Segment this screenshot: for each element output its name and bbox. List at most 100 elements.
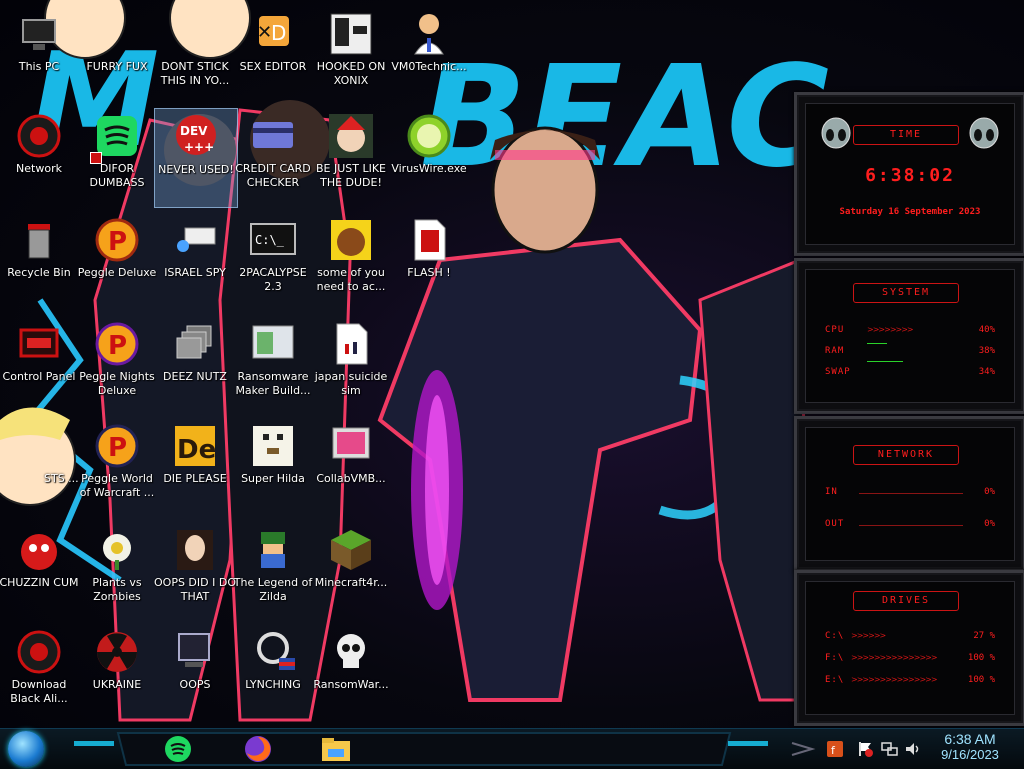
desktop-icon-dont-stick[interactable]: DONT STICK THIS IN YO... [154, 6, 236, 104]
swap-value: 34% [978, 367, 995, 377]
net-in-label: IN [825, 487, 838, 497]
desktop-icon-label: BE JUST LIKE THE DUDE! [315, 162, 387, 189]
computer-icon [22, 19, 56, 50]
desktop-icon-super-hilda[interactable]: Super Hilda [232, 418, 314, 516]
drive-c-value: 27 % [973, 631, 995, 641]
desktop-icon-flash[interactable]: FLASH ! [388, 212, 470, 310]
desktop-icon-peggle-wow[interactable]: P Peggle World of Warcraft ... [76, 418, 158, 516]
taskbar-clock[interactable]: 6:38 AM 9/16/2023 [928, 729, 1012, 769]
taskbar: f 6:38 AM 9/16/2023 [0, 728, 1024, 769]
desktop-icon-deez-nutz[interactable]: DEEZ NUTZ [154, 316, 236, 414]
ram-value: 38% [978, 346, 995, 356]
desktop-icon-legend-of-zilda[interactable]: The Legend of Zilda [232, 522, 314, 620]
desktop-icon-lynching[interactable]: LYNCHING [232, 624, 314, 722]
drives-panel: DRIVES C:\ >>>>>> 27 % F:\ >>>>>>>>>>>>>… [794, 570, 1024, 726]
system-panel: SYSTEM CPU >>>>>>>> 40% RAM 38% SWAP 34% [794, 258, 1024, 414]
desktop-icon-vm0technic[interactable]: VM0Technic... [388, 6, 470, 104]
desktop-icon-label: japan suicide sim [314, 370, 388, 397]
desktop-icon-label: RansomWar... [313, 678, 389, 691]
desktop-icon-label: VM0Technic... [391, 60, 467, 73]
desktop-icon-label: some of you need to ac... [316, 266, 386, 293]
desktop-icon-oops-did-i-do-that[interactable]: OOPS DID I DO THAT [154, 522, 236, 620]
desktop-icon-credit-card-checker[interactable]: CREDIT CARD CHECKER [232, 108, 314, 206]
desktop-icon-some-of-you[interactable]: some of you need to ac... [310, 212, 392, 310]
desktop-icon-furry-fux[interactable]: FURRY FUX [76, 6, 158, 104]
desktop-icon-label: LYNCHING [245, 678, 301, 691]
alert-flag-icon[interactable] [856, 740, 874, 758]
start-button[interactable] [8, 731, 44, 767]
desktop-icon-chuzzin-cum[interactable]: CHUZZIN CUM [0, 522, 80, 620]
svg-text:P: P [108, 433, 127, 463]
desktop-icon-minecraft[interactable]: Minecraft4r... [310, 522, 392, 620]
desktop-icon-download-black-alien[interactable]: Download Black Ali... [0, 624, 80, 722]
desktop-icon-label: Plants vs Zombies [92, 576, 142, 603]
desktop-icon-label: UKRAINE [92, 678, 142, 691]
desktop-icon-label: Super Hilda [241, 472, 305, 485]
stacked-windows-icon [176, 325, 212, 359]
desktop-icon-oops[interactable]: OOPS [154, 624, 236, 722]
svg-text:De: De [177, 435, 216, 465]
desktop-icon-ransomware[interactable]: RansomWar... [310, 624, 392, 722]
cpu-value: 40% [978, 325, 995, 335]
desktop-icon-label: ISRAEL SPY [164, 266, 226, 279]
desktop-icon-die-please[interactable]: De DIE PLEASE [154, 418, 236, 516]
network-panel-title: NETWORK [853, 445, 959, 465]
desktop-icon-ransomware-maker[interactable]: Ransomware Maker Build... [232, 316, 314, 414]
desktop-icon-label: Peggle World of Warcraft ... [79, 472, 155, 499]
document-icon [336, 323, 368, 365]
desktop-icon-peggle-deluxe[interactable]: P Peggle Deluxe [76, 212, 158, 310]
dont-stick-icon [171, 10, 219, 58]
collabvm-icon [332, 427, 370, 459]
svg-text:D: D [271, 21, 286, 45]
technician-icon [414, 14, 444, 55]
desktop-icon-label: VirusWire.exe [391, 162, 467, 175]
desktop-icon-control-panel[interactable]: Control Panel [0, 316, 80, 414]
swap-graph [867, 361, 903, 362]
desktop-icon-never-used[interactable]: DEV +++ NEVER USED! [154, 108, 238, 208]
volume-icon[interactable] [904, 740, 922, 758]
firefox-icon[interactable] [244, 735, 272, 763]
desktop-icon-peggle-nights[interactable]: P Peggle Nights Deluxe [76, 316, 158, 414]
svg-text:✕: ✕ [257, 22, 272, 43]
net-in-value: 0% [984, 487, 995, 497]
die-icon: De [175, 426, 216, 466]
desktop-icon-collabvm[interactable]: CollabVMB... [310, 418, 392, 516]
desktop-icon-2pacalypse[interactable]: C:\_ 2PACALYPSE 2.3 [232, 212, 314, 310]
system-monitor-widget: TIME 6:38:02 Saturday 16 September 2023 … [794, 92, 1024, 726]
drive-e-arrows: >>>>>>>>>>>>>>> [851, 675, 938, 684]
ram-label: RAM [825, 346, 845, 356]
spotify-icon[interactable] [164, 735, 192, 763]
desktop-icon-japan-suicide-sim[interactable]: japan suicide sim [310, 316, 392, 414]
desktop-icon-label: The Legend of Zilda [233, 576, 313, 603]
desktop-icon-difor-dumbass[interactable]: DIFOR DUMBASS [76, 108, 158, 206]
recycle-bin-icon [28, 224, 50, 259]
network-panel: NETWORK IN 0% OUT 0% [794, 416, 1024, 572]
svg-text:DEV: DEV [180, 124, 208, 138]
desktop-icon-label: Download Black Ali... [10, 678, 68, 705]
desktop-icon-ukraine[interactable]: UKRAINE [76, 624, 158, 722]
file-explorer-icon[interactable] [320, 735, 352, 763]
desktop-icon-sex-editor[interactable]: D ✕ SEX EDITOR [232, 6, 314, 104]
desktop-icon-label: HOOKED ON XONIX [316, 60, 386, 87]
desktop-icon-label: 2PACALYPSE 2.3 [239, 266, 307, 293]
desktop-icon-israel-spy[interactable]: ISRAEL SPY [154, 212, 236, 310]
desktop-icon-viruswire[interactable]: VirusWire.exe [388, 108, 470, 206]
desktop-icon-label: DIFOR DUMBASS [89, 162, 145, 189]
desktop-icon-be-just-like-the-dude[interactable]: BE JUST LIKE THE DUDE! [310, 108, 392, 206]
alien-icon [17, 630, 61, 674]
desktop-icon-plants-vs-zombies[interactable]: Plants vs Zombies [76, 522, 158, 620]
desktop-icon-label: DIE PLEASE [163, 472, 227, 485]
desktop-icon-this-pc[interactable]: This PC [0, 6, 80, 104]
desktop-icon-recycle-bin[interactable]: Recycle Bin [0, 212, 80, 310]
desktop-icon-hooked-on-xonix[interactable]: HOOKED ON XONIX [310, 6, 392, 104]
network-tray-icon[interactable] [880, 740, 898, 758]
peggle-icon: P [95, 218, 139, 262]
network-share-icon [177, 227, 216, 252]
editor-icon: D✕ [257, 16, 289, 46]
svg-text:P: P [108, 331, 127, 361]
desktop-icon-label: FURRY FUX [86, 60, 148, 73]
widget-date: Saturday 16 September 2023 [839, 207, 981, 217]
drives-panel-title: DRIVES [853, 591, 959, 611]
desktop-icon-network[interactable]: Network [0, 108, 80, 206]
flash-player-tray-icon[interactable]: f [826, 740, 844, 758]
